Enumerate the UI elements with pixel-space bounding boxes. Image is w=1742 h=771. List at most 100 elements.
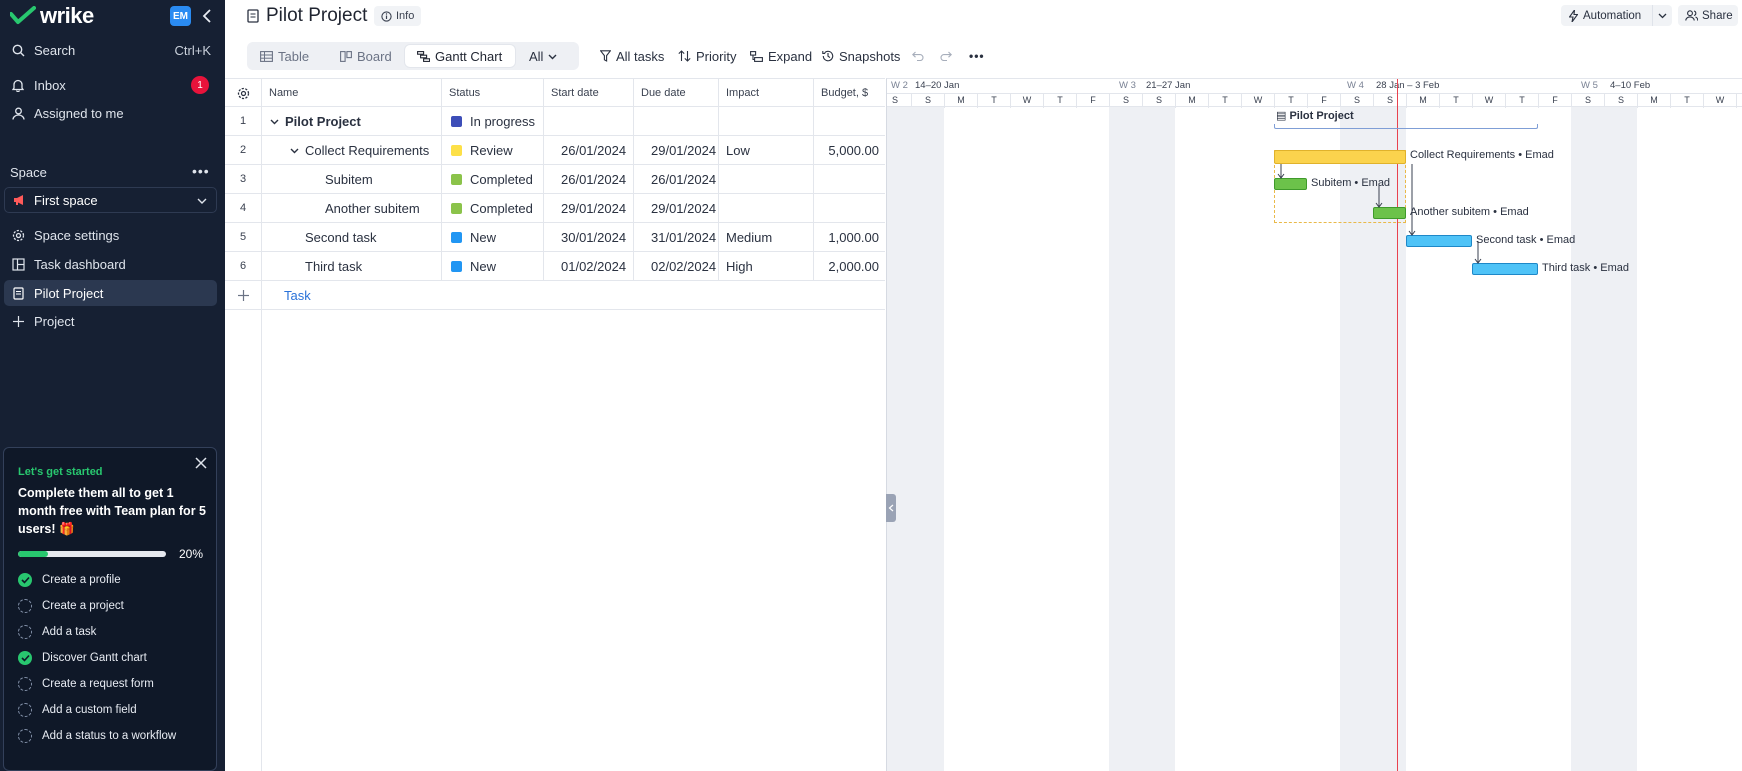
automation-dropdown-button[interactable] xyxy=(1652,5,1672,26)
due-date-cell[interactable]: 29/01/2024 xyxy=(633,194,718,222)
column-header-budget[interactable]: Budget, $ xyxy=(813,79,885,107)
onboarding-step[interactable]: Create a request form xyxy=(18,675,154,693)
table-row[interactable]: 4 Another subitem Completed 29/01/2024 29/01… xyxy=(225,194,885,223)
start-date-cell[interactable]: 01/02/2024 xyxy=(543,252,633,280)
weekend-column xyxy=(911,107,944,771)
automation-button[interactable]: Automation xyxy=(1561,5,1658,26)
split-pane-handle[interactable] xyxy=(886,494,896,522)
due-date-cell[interactable] xyxy=(633,107,718,135)
impact-cell[interactable]: Medium xyxy=(718,223,813,251)
chevron-down-icon[interactable] xyxy=(290,146,299,155)
status-cell[interactable]: Review xyxy=(441,136,543,164)
task-name-cell[interactable]: Second task xyxy=(261,223,441,251)
tab-table[interactable]: Table xyxy=(253,45,316,67)
due-date-cell[interactable]: 31/01/2024 xyxy=(633,223,718,251)
onboarding-step[interactable]: Add a custom field xyxy=(18,701,137,719)
tab-gantt-chart[interactable]: Gantt Chart xyxy=(405,45,515,67)
column-header-impact[interactable]: Impact xyxy=(718,79,813,107)
impact-cell[interactable] xyxy=(718,194,813,222)
sidebar-space-settings[interactable]: Space settings xyxy=(4,222,217,248)
budget-cell[interactable] xyxy=(813,165,885,193)
status-cell[interactable]: In progress xyxy=(441,107,543,135)
start-date-cell[interactable]: 30/01/2024 xyxy=(543,223,633,251)
sidebar-inbox[interactable]: Inbox xyxy=(4,72,217,98)
sidebar-search[interactable]: Search Ctrl+K xyxy=(4,37,217,63)
impact-cell[interactable] xyxy=(718,165,813,193)
snapshots-button[interactable]: Snapshots xyxy=(822,46,900,66)
views-all-dropdown[interactable]: All xyxy=(522,45,564,67)
collapse-sidebar-button[interactable] xyxy=(198,6,216,26)
status-cell[interactable]: New xyxy=(441,223,543,251)
space-selector[interactable]: First space xyxy=(4,187,217,213)
impact-cell[interactable] xyxy=(718,107,813,135)
gantt-project-bar[interactable] xyxy=(1274,124,1538,129)
column-header-due-date[interactable]: Due date xyxy=(633,79,718,107)
column-header-name[interactable]: Name xyxy=(261,79,441,107)
budget-cell[interactable]: 2,000.00 xyxy=(813,252,885,280)
gantt-task-bar[interactable] xyxy=(1406,235,1472,247)
onboarding-step[interactable]: Add a status to a workflow xyxy=(18,727,176,745)
task-name-cell[interactable]: Third task xyxy=(261,252,441,280)
budget-cell[interactable] xyxy=(813,194,885,222)
gantt-task-bar[interactable] xyxy=(1274,178,1307,190)
start-date-cell[interactable]: 26/01/2024 xyxy=(543,165,633,193)
budget-cell[interactable]: 5,000.00 xyxy=(813,136,885,164)
budget-cell[interactable] xyxy=(813,107,885,135)
close-onboarding-button[interactable] xyxy=(194,456,208,470)
space-more-button[interactable]: ••• xyxy=(192,163,210,179)
avatar[interactable]: EM xyxy=(170,6,191,26)
onboarding-step[interactable]: Add a task xyxy=(18,623,96,641)
start-date-cell[interactable]: 26/01/2024 xyxy=(543,136,633,164)
gantt-task-bar[interactable] xyxy=(1472,263,1538,275)
weekend-column xyxy=(1142,107,1175,771)
column-header-start-date[interactable]: Start date xyxy=(543,79,633,107)
priority-sort-button[interactable]: Priority xyxy=(678,46,736,66)
table-row[interactable]: 3 Subitem Completed 26/01/2024 26/01/2024 xyxy=(225,165,885,194)
gantt-timeline[interactable]: ▤ Pilot Project Collect Requirements • Em… xyxy=(887,79,1742,771)
status-cell[interactable]: Completed xyxy=(441,194,543,222)
table-row[interactable]: 1 Pilot Project In progress xyxy=(225,107,885,136)
gantt-task-bar[interactable] xyxy=(1373,207,1406,219)
due-date-cell[interactable]: 02/02/2024 xyxy=(633,252,718,280)
redo-button[interactable] xyxy=(940,46,952,66)
share-button[interactable]: Share xyxy=(1678,5,1738,26)
sidebar-task-dashboard[interactable]: Task dashboard xyxy=(4,251,217,277)
table-settings-button[interactable] xyxy=(225,79,261,107)
add-task-row[interactable]: Task xyxy=(225,281,885,310)
budget-cell[interactable]: 1,000.00 xyxy=(813,223,885,251)
sidebar-assigned[interactable]: Assigned to me xyxy=(4,100,217,126)
due-date-cell[interactable]: 26/01/2024 xyxy=(633,165,718,193)
task-name-cell[interactable]: Pilot Project xyxy=(261,107,441,135)
info-button[interactable]: Info xyxy=(374,6,422,26)
table-row[interactable]: 2 Collect Requirements Review 26/01/2024 29/… xyxy=(225,136,885,165)
more-options-button[interactable]: ••• xyxy=(969,46,985,66)
undo-button[interactable] xyxy=(912,46,924,66)
impact-cell[interactable]: Low xyxy=(718,136,813,164)
add-task-link[interactable]: Task xyxy=(261,281,441,309)
expand-button[interactable]: Expand xyxy=(750,46,812,66)
onboarding-step[interactable]: Create a project xyxy=(18,597,124,615)
task-name-cell[interactable]: Another subitem xyxy=(261,194,441,222)
task-name-cell[interactable]: Subitem xyxy=(261,165,441,193)
plus-icon[interactable] xyxy=(225,281,261,309)
gantt-task-bar[interactable] xyxy=(1274,150,1406,164)
status-cell[interactable]: Completed xyxy=(441,165,543,193)
task-name-cell[interactable]: Collect Requirements xyxy=(261,136,441,164)
start-date-cell[interactable] xyxy=(543,107,633,135)
onboarding-step[interactable]: Create a profile xyxy=(18,571,121,589)
all-tasks-filter-button[interactable]: All tasks xyxy=(600,46,664,66)
status-cell[interactable]: New xyxy=(441,252,543,280)
table-row[interactable]: 6 Third task New 01/02/2024 02/02/2024 High 2,… xyxy=(225,252,885,281)
table-row[interactable]: 5 Second task New 30/01/2024 31/01/2024 Mediu… xyxy=(225,223,885,252)
tab-board[interactable]: Board xyxy=(333,45,399,67)
onboarding-step[interactable]: Discover Gantt chart xyxy=(18,649,147,667)
page-title[interactable]: Pilot Project xyxy=(266,5,367,27)
column-header-status[interactable]: Status xyxy=(441,79,543,107)
wrike-logo[interactable]: wrike xyxy=(10,3,94,28)
start-date-cell[interactable]: 29/01/2024 xyxy=(543,194,633,222)
chevron-down-icon[interactable] xyxy=(270,117,279,126)
sidebar-add-project[interactable]: Project xyxy=(4,308,217,334)
sidebar-item-pilot-project[interactable]: Pilot Project xyxy=(4,280,217,306)
impact-cell[interactable]: High xyxy=(718,252,813,280)
due-date-cell[interactable]: 29/01/2024 xyxy=(633,136,718,164)
